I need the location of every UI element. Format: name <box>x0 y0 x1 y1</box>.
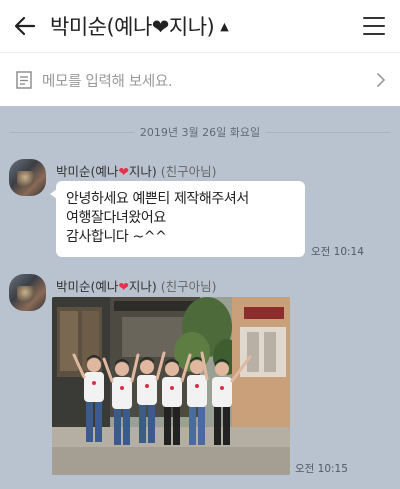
arrow-left-icon <box>14 16 36 36</box>
chat-header: 박미순(예나❤지나) ▲ <box>0 0 400 52</box>
date-divider: 2019년 3월 26일 화요일 <box>0 124 400 140</box>
sender-name-prefix: 박미순(예나 <box>56 164 119 179</box>
menu-button[interactable] <box>362 14 386 38</box>
back-button[interactable] <box>0 0 50 52</box>
date-label: 2019년 3월 26일 화요일 <box>133 124 267 140</box>
chat-area[interactable]: 2019년 3월 26일 화요일 박미순(예나❤지나) (친구아님) 안녕하세요 … <box>0 106 400 489</box>
caret-up-icon[interactable]: ▲ <box>220 20 228 33</box>
avatar[interactable] <box>9 159 46 196</box>
avatar[interactable] <box>9 274 46 311</box>
chat-title[interactable]: 박미순(예나❤지나) <box>50 11 215 41</box>
sender-name-suffix: 지나) <box>128 279 157 294</box>
chevron-right-icon[interactable] <box>376 72 386 88</box>
memo-placeholder[interactable]: 메모를 입력해 보세요. <box>42 70 173 91</box>
sender-name: 박미순(예나❤지나) (친구아님) <box>56 161 217 180</box>
friend-status: (친구아님) <box>160 279 217 294</box>
sender-name-suffix: 지나) <box>128 164 157 179</box>
group-photo-image <box>52 297 290 475</box>
sender-name-prefix: 박미순(예나 <box>56 279 119 294</box>
photo-message[interactable] <box>52 297 290 475</box>
message-time: 오전 10:14 <box>311 246 364 258</box>
sender-name: 박미순(예나❤지나) (친구아님) <box>56 276 217 295</box>
heart-icon: ❤ <box>118 279 129 294</box>
hamburger-menu-icon <box>363 17 385 19</box>
note-icon <box>16 71 32 89</box>
menu-line <box>363 33 385 35</box>
menu-line <box>363 25 385 27</box>
message-line: 안녕하세요 예쁜티 제작해주셔서 <box>66 191 249 207</box>
message-bubble[interactable]: 안녕하세요 예쁜티 제작해주셔서 여행잘다녀왔어요 감사합니다 ~^^ <box>50 181 305 257</box>
memo-bar[interactable]: 메모를 입력해 보세요. <box>0 52 400 106</box>
message-line: 감사합니다 ~^^ <box>66 229 167 245</box>
heart-icon: ❤ <box>118 164 129 179</box>
message-time: 오전 10:15 <box>295 463 348 475</box>
message-line: 여행잘다녀왔어요 <box>66 210 166 226</box>
friend-status: (친구아님) <box>160 164 217 179</box>
